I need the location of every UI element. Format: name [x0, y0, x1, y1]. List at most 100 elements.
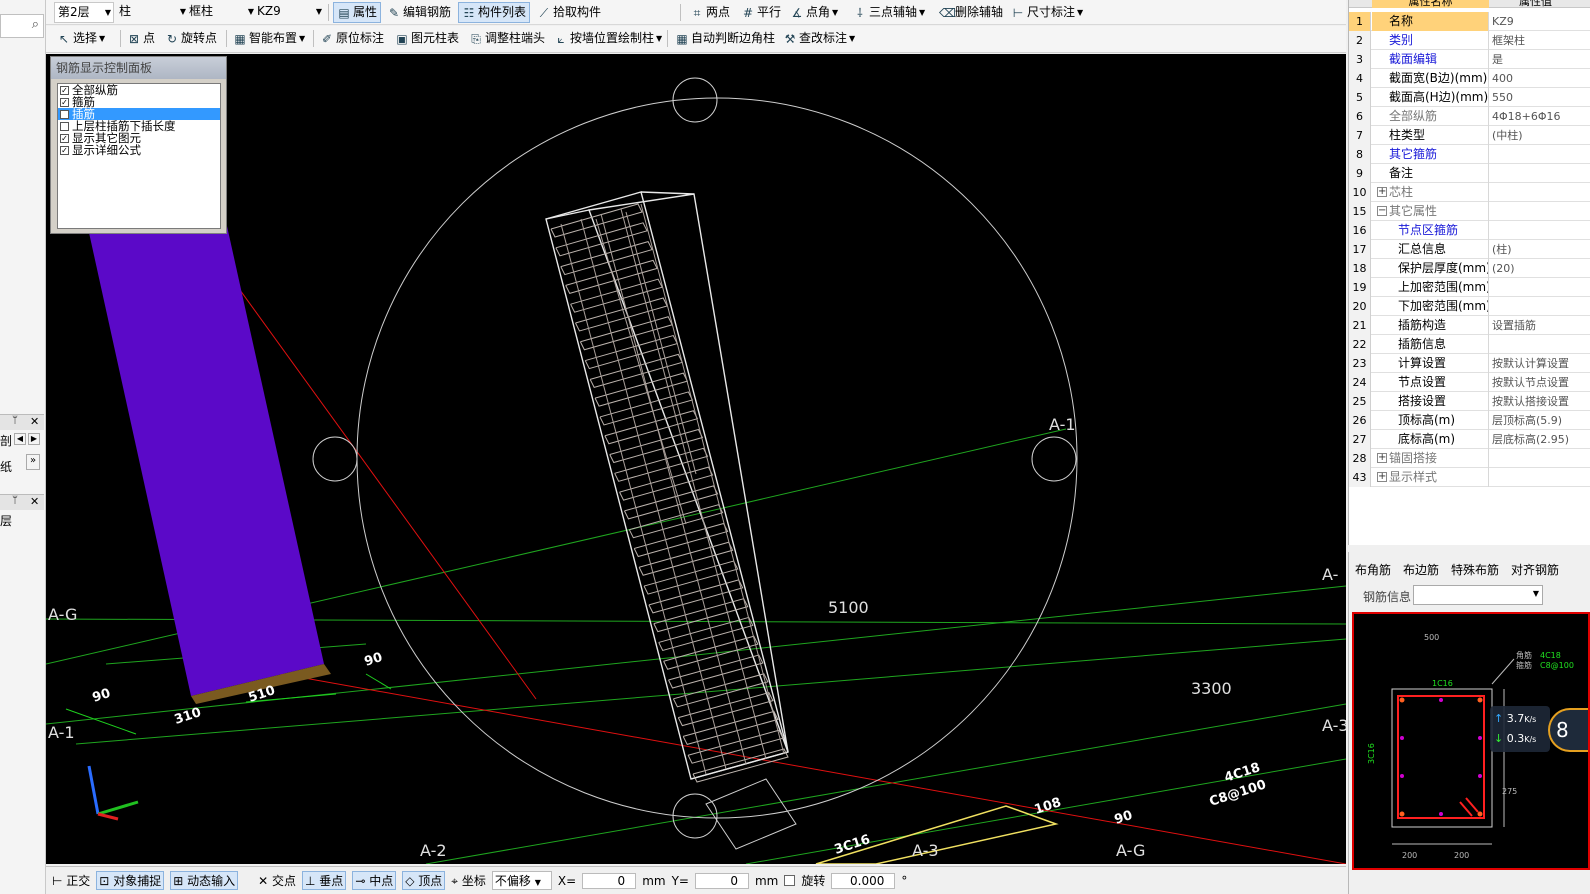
tab-corner-rebar[interactable]: 布角筋	[1355, 561, 1391, 578]
two-points-button[interactable]: ⌗ 两点	[687, 2, 733, 23]
property-value[interactable]	[1490, 278, 1590, 297]
property-value[interactable]: (柱)	[1490, 240, 1590, 259]
component-list-button[interactable]: ☷ 构件列表	[458, 2, 531, 23]
smart-layout-button[interactable]: ▦ 智能布置 ▼	[230, 28, 308, 49]
rotation-handle-left[interactable]	[312, 436, 358, 482]
search-icon[interactable]: ⌕	[32, 17, 39, 32]
tab-edge-rebar[interactable]: 布边筋	[1403, 561, 1439, 578]
property-value[interactable]: 按默认搭接设置	[1490, 392, 1590, 411]
property-row[interactable]: 17 汇总信息 (柱)	[1349, 240, 1590, 259]
dock-tab-1[interactable]: 剖	[0, 432, 12, 449]
rebar-cage[interactable]	[545, 191, 789, 780]
property-row[interactable]: 21 插筋构造 设置插筋	[1349, 316, 1590, 335]
property-value[interactable]: 设置插筋	[1490, 316, 1590, 335]
property-row[interactable]: 43 + 显示样式	[1349, 468, 1590, 487]
coordinate-toggle[interactable]: ⌖ 坐标	[451, 872, 486, 889]
adjust-head-button[interactable]: ⎘ 调整柱端头	[466, 28, 548, 49]
property-value[interactable]	[1490, 145, 1590, 164]
property-value[interactable]: 层底标高(2.95)	[1490, 430, 1590, 449]
auto-corner-button[interactable]: ▦ 自动判断边角柱	[672, 28, 778, 49]
tab-align-rebar[interactable]: 对齐钢筋	[1511, 561, 1559, 578]
checkbox-icon[interactable]: ✓	[60, 85, 69, 95]
property-row[interactable]: 8 其它箍筋	[1349, 145, 1590, 164]
checkbox-icon[interactable]	[60, 121, 69, 131]
component-select[interactable]: KZ9 ▼	[254, 2, 324, 23]
property-row[interactable]: 16 节点区箍筋	[1349, 221, 1590, 240]
property-row[interactable]: 7 柱类型 (中柱)	[1349, 126, 1590, 145]
subtype-select[interactable]: 框柱 ▼	[186, 2, 256, 23]
property-value[interactable]: (20)	[1490, 259, 1590, 278]
delete-axis-button[interactable]: ⌫ 删除辅轴	[936, 2, 1006, 23]
intersection-toggle[interactable]: ✕ 交点	[258, 872, 296, 889]
rotate-checkbox[interactable]	[784, 875, 796, 886]
property-value[interactable]: KZ9	[1490, 12, 1590, 31]
property-row[interactable]: 26 顶标高(m) 层顶标高(5.9)	[1349, 411, 1590, 430]
pin-icon[interactable]: ᛘ	[12, 415, 18, 426]
rotation-handle-right[interactable]	[1031, 436, 1077, 482]
category-select[interactable]: 柱 ▼	[116, 2, 188, 23]
rebar-option-row[interactable]: ✓ 显示详细公式	[58, 144, 220, 156]
y-input[interactable]: 0	[694, 872, 749, 889]
property-value[interactable]: 是	[1490, 50, 1590, 69]
property-value[interactable]: 400	[1490, 69, 1590, 88]
property-row[interactable]: 24 节点设置 按默认节点设置	[1349, 373, 1590, 392]
three-point-axis-button[interactable]: ⸸ 三点辅轴 ▼	[850, 2, 928, 23]
expand-icon[interactable]: +	[1377, 453, 1387, 463]
property-row[interactable]: 23 计算设置 按默认计算设置	[1349, 354, 1590, 373]
in-situ-mark-button[interactable]: ✐ 原位标注	[317, 28, 387, 49]
modify-mark-button[interactable]: ⚒ 查改标注 ▼	[780, 28, 858, 49]
property-row[interactable]: 27 底标高(m) 层底标高(2.95)	[1349, 430, 1590, 449]
property-value[interactable]: 550	[1490, 88, 1590, 107]
x-input[interactable]: 0	[582, 872, 637, 889]
3d-viewport[interactable]: A-1 A-G A-1 A-2 A-3 A-G A- A-3 5100 3300…	[46, 54, 1346, 864]
property-row[interactable]: 4 截面宽(B边)(mm) 400	[1349, 69, 1590, 88]
property-row[interactable]: 3 截面编辑 是	[1349, 50, 1590, 69]
property-row[interactable]: 19 上加密范围(mm)	[1349, 278, 1590, 297]
element-table-button[interactable]: ▣ 图元柱表	[392, 28, 462, 49]
property-value[interactable]	[1490, 221, 1590, 240]
checkbox-icon[interactable]: ✓	[60, 145, 69, 155]
property-value[interactable]: 按默认计算设置	[1490, 354, 1590, 373]
snap-toggle[interactable]: ⊡ 对象捕捉	[96, 871, 165, 890]
close-icon[interactable]: ✕	[30, 495, 39, 508]
property-value[interactable]	[1490, 202, 1590, 221]
point-angle-button[interactable]: ∡ 点角 ▼	[787, 2, 841, 23]
property-row[interactable]: 18 保护层厚度(mm) (20)	[1349, 259, 1590, 278]
expand-icon[interactable]: +	[1377, 187, 1387, 197]
property-row[interactable]: 6 全部纵筋 4Φ18+6Φ16	[1349, 107, 1590, 126]
property-value[interactable]	[1490, 164, 1590, 183]
vertex-toggle[interactable]: ◇ 顶点	[402, 871, 446, 890]
dock-tab-2[interactable]: 纸	[0, 458, 12, 475]
dimension-button[interactable]: ⊢ 尺寸标注 ▼	[1008, 2, 1086, 23]
offset-select[interactable]: 不偏移 ▼	[491, 871, 552, 890]
close-icon[interactable]: ✕	[30, 415, 39, 428]
midpoint-toggle[interactable]: ⊸ 中点	[352, 871, 397, 890]
left-search-box[interactable]: ⌕	[0, 14, 44, 38]
expand-icon[interactable]: +	[1377, 472, 1387, 482]
property-value[interactable]: (中柱)	[1490, 126, 1590, 145]
perpendicular-toggle[interactable]: ⊥ 垂点	[302, 871, 347, 890]
property-row[interactable]: 1 名称 KZ9	[1349, 12, 1590, 31]
collapse-icon[interactable]: −	[1377, 206, 1387, 216]
rotate-point-button[interactable]: ↻ 旋转点	[162, 28, 220, 49]
property-button[interactable]: ▤ 属性	[333, 2, 382, 23]
section-drawing[interactable]: 500 1C16 3C16 275 200 200 角筋 箍筋 4C18 C8@…	[1352, 612, 1590, 870]
floor-select[interactable]: 第2层 ▼	[54, 2, 114, 23]
property-row[interactable]: 2 类别 框架柱	[1349, 31, 1590, 50]
scroll-left-icon[interactable]: ◀	[14, 433, 26, 445]
property-value[interactable]	[1490, 468, 1590, 487]
checkbox-icon[interactable]	[60, 109, 69, 119]
property-value[interactable]	[1490, 297, 1590, 316]
property-row[interactable]: 25 搭接设置 按默认搭接设置	[1349, 392, 1590, 411]
rotate-input[interactable]: 0.000	[831, 872, 896, 889]
draw-by-wall-button[interactable]: ⟀ 按墙位置绘制柱 ▼	[551, 28, 665, 49]
dock-tab-3[interactable]: 层	[0, 512, 12, 529]
dynamic-input-toggle[interactable]: ⊞ 动态输入	[170, 871, 239, 890]
property-value[interactable]: 4Φ18+6Φ16	[1490, 107, 1590, 126]
property-row[interactable]: 10 + 芯柱	[1349, 183, 1590, 202]
property-row[interactable]: 15− 其它属性	[1349, 202, 1590, 221]
more-icon[interactable]: »	[26, 454, 40, 470]
ortho-toggle[interactable]: ⊢ 正交	[52, 872, 90, 889]
property-value[interactable]	[1490, 335, 1590, 354]
property-value[interactable]: 按默认节点设置	[1490, 373, 1590, 392]
